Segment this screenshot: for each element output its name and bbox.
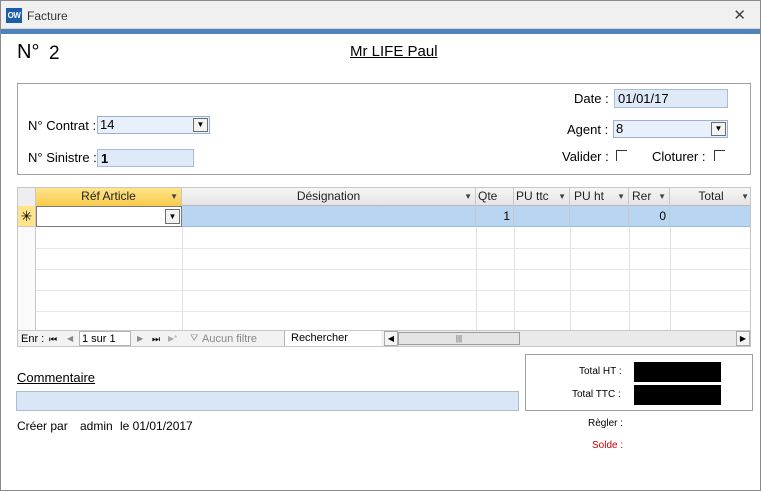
horizontal-scrollbar[interactable]: ◀ ||| ▶	[384, 331, 750, 346]
col-pu-ttc[interactable]: PU ttc ▼	[514, 188, 570, 206]
total-ttc-field	[634, 385, 721, 405]
sort-arrow-icon[interactable]: ▼	[558, 188, 566, 205]
pu-ttc-cell[interactable]	[514, 206, 570, 227]
grid-divider	[629, 227, 630, 331]
total-cell[interactable]	[670, 206, 750, 227]
sort-arrow-icon[interactable]: ▼	[617, 188, 625, 205]
valider-label: Valider :	[562, 149, 609, 164]
pu-ht-cell[interactable]	[570, 206, 629, 227]
created-by-label: Créer par	[17, 419, 68, 433]
cloturer-label: Cloturer :	[652, 149, 706, 164]
agent-label: Agent :	[567, 122, 609, 137]
cloturer-checkbox[interactable]	[714, 150, 725, 161]
invoice-window: OW Facture ✕ N° 2 Mr LIFE Paul Date : 01…	[0, 0, 761, 491]
scroll-left-icon[interactable]: ◀	[384, 331, 398, 346]
filter-status[interactable]: Aucun filtre	[202, 332, 257, 346]
grid-divider	[476, 227, 477, 331]
sort-arrow-icon[interactable]: ▼	[658, 188, 666, 205]
col-ref-article[interactable]: Réf Article ▼	[36, 188, 182, 206]
record-position[interactable]: 1 sur 1	[79, 331, 131, 346]
title-bar: OW Facture ✕	[1, 1, 760, 29]
accent-bar	[1, 29, 760, 34]
grid-header: Réf Article ▼ Désignation ▼ Qte PU ttc ▼ PU…	[18, 188, 750, 206]
comment-label: Commentaire	[17, 370, 96, 385]
grid-divider	[570, 227, 571, 331]
contract-label: N° Contrat :	[28, 118, 97, 133]
grid-divider	[36, 290, 750, 291]
invoice-number-label: N°	[17, 41, 40, 63]
select-all-cell[interactable]	[18, 188, 36, 206]
qte-cell[interactable]: 1	[476, 206, 514, 227]
filter-icon[interactable]: ⛛	[190, 332, 198, 346]
scroll-right-icon[interactable]: ▶	[736, 331, 750, 346]
created-by-user: admin	[80, 419, 113, 433]
date-label: Date :	[574, 91, 609, 106]
designation-cell[interactable]	[182, 206, 476, 227]
comment-field[interactable]	[16, 391, 519, 411]
grid-divider	[36, 311, 750, 312]
contract-combo[interactable]: 14 ▼	[97, 116, 210, 134]
new-record-icon[interactable]: ✳	[18, 206, 36, 227]
window-title: Facture	[27, 9, 68, 23]
invoice-number: 2	[49, 43, 60, 64]
col-qte[interactable]: Qte	[476, 188, 514, 206]
search-input[interactable]: Rechercher	[284, 331, 381, 346]
total-ht-label: Total HT :	[579, 366, 622, 377]
claim-label: N° Sinistre :	[28, 150, 97, 165]
prev-record-icon[interactable]: ◀	[67, 332, 73, 346]
record-label: Enr :	[21, 333, 45, 345]
col-qte-label: Qte	[478, 189, 498, 203]
app-icon: OW	[6, 8, 22, 23]
record-navigator: Enr : ⏮ ◀ 1 sur 1 ▶ ⏭ ▶* ⛛ Aucun filtre …	[17, 330, 751, 347]
col-pu-ht-label: PU ht	[574, 189, 605, 203]
sort-arrow-icon[interactable]: ▼	[464, 188, 472, 205]
agent-combo[interactable]: 8 ▼	[613, 120, 728, 138]
col-ref-article-label: Réf Article	[81, 189, 136, 203]
ref-article-cell[interactable]: ▼	[36, 206, 182, 227]
col-rer-label: Rer	[632, 189, 652, 203]
chevron-down-icon[interactable]: ▼	[711, 122, 726, 136]
date-field[interactable]: 01/01/17	[614, 89, 728, 108]
article-grid: Réf Article ▼ Désignation ▼ Qte PU ttc ▼ PU…	[17, 187, 751, 332]
chevron-down-icon[interactable]: ▼	[165, 209, 180, 224]
last-record-icon[interactable]: ⏭	[152, 332, 160, 346]
agent-value: 8	[616, 121, 624, 136]
scroll-thumb[interactable]: |||	[398, 332, 520, 345]
created-date: le 01/01/2017	[120, 419, 193, 433]
grid-divider	[514, 227, 515, 331]
col-pu-ht[interactable]: PU ht ▼	[570, 188, 629, 206]
col-pu-ttc-label: PU ttc	[516, 189, 549, 203]
grid-divider	[670, 227, 671, 331]
grid-divider	[182, 227, 183, 331]
regler-label: Règler :	[588, 418, 624, 429]
grid-divider	[36, 269, 750, 270]
close-icon[interactable]: ✕	[733, 6, 746, 24]
rer-cell[interactable]: 0	[629, 206, 670, 227]
chevron-down-icon[interactable]: ▼	[193, 118, 208, 132]
new-record-nav-icon[interactable]: ▶*	[168, 332, 177, 346]
valider-checkbox[interactable]	[616, 150, 627, 161]
col-total[interactable]: Total ▼	[670, 188, 750, 206]
grid-divider	[36, 248, 750, 249]
total-ttc-label: Total TTC :	[572, 389, 621, 400]
col-designation-label: Désignation	[296, 189, 361, 203]
col-total-label: Total	[698, 189, 724, 203]
col-rer[interactable]: Rer ▼	[629, 188, 670, 206]
sort-arrow-icon[interactable]: ▼	[741, 188, 749, 205]
sort-arrow-icon[interactable]: ▼	[170, 188, 178, 205]
first-record-icon[interactable]: ⏮	[49, 332, 57, 346]
client-name: Mr LIFE Paul	[350, 43, 438, 60]
solde-label: Solde :	[592, 440, 624, 451]
next-record-icon[interactable]: ▶	[137, 332, 143, 346]
total-ht-field	[634, 362, 721, 382]
col-designation[interactable]: Désignation ▼	[182, 188, 476, 206]
claim-field[interactable]: 1	[97, 149, 194, 167]
contract-value: 14	[100, 117, 115, 132]
